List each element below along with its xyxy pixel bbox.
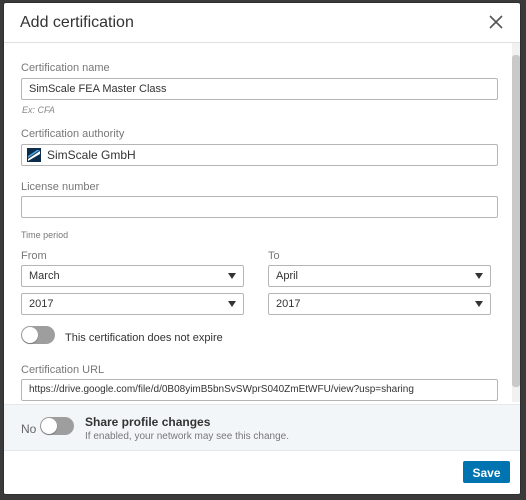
dialog-footer: Save	[4, 450, 520, 494]
from-month-value: March	[29, 270, 60, 282]
from-year-select[interactable]: 2017	[21, 293, 244, 315]
chevron-down-icon	[475, 273, 483, 279]
certification-url-input[interactable]: https://drive.google.com/file/d/0B08yimB…	[21, 379, 498, 401]
certification-authority-value: SimScale GmbH	[47, 148, 136, 162]
certification-authority-label: Certification authority	[21, 128, 125, 140]
share-toggle-state: No	[21, 422, 37, 436]
dialog-header: Add certification	[4, 3, 520, 43]
to-month-select[interactable]: April	[268, 265, 491, 287]
toggle-knob	[22, 327, 38, 343]
to-label: To	[268, 250, 280, 262]
simscale-logo-icon	[27, 148, 41, 162]
license-number-label: License number	[21, 181, 100, 193]
time-period-label: Time period	[21, 230, 69, 240]
from-label: From	[21, 250, 47, 262]
certification-url-label: Certification URL	[21, 364, 105, 376]
share-profile-toggle[interactable]	[40, 417, 74, 435]
share-profile-description: If enabled, your network may see this ch…	[85, 431, 290, 442]
save-button[interactable]: Save	[463, 461, 510, 483]
to-year-value: 2017	[276, 298, 301, 310]
chevron-down-icon	[228, 301, 236, 307]
share-profile-title: Share profile changes	[85, 415, 211, 429]
dialog-title: Add certification	[20, 14, 134, 31]
add-certification-dialog: Add certification Certification name Sim…	[4, 3, 520, 494]
from-year-value: 2017	[29, 298, 54, 310]
certification-name-label: Certification name	[21, 62, 110, 74]
chevron-down-icon	[475, 301, 483, 307]
certification-name-hint: Ex: CFA	[22, 105, 55, 115]
to-month-value: April	[276, 270, 299, 282]
to-year-select[interactable]: 2017	[268, 293, 491, 315]
dialog-body: Certification name SimScale FEA Master C…	[4, 43, 512, 402]
certification-authority-input[interactable]: SimScale GmbH	[21, 144, 498, 166]
license-number-input[interactable]	[21, 196, 498, 218]
share-profile-section: No Share profile changes If enabled, you…	[4, 404, 520, 451]
no-expire-label: This certification does not expire	[65, 332, 223, 344]
close-icon[interactable]	[486, 12, 506, 32]
scrollbar-thumb[interactable]	[512, 55, 520, 387]
certification-name-input[interactable]: SimScale FEA Master Class	[21, 78, 498, 100]
scrollbar[interactable]	[512, 43, 520, 402]
no-expire-toggle[interactable]	[21, 326, 55, 344]
chevron-down-icon	[228, 273, 236, 279]
toggle-knob	[41, 418, 57, 434]
from-month-select[interactable]: March	[21, 265, 244, 287]
